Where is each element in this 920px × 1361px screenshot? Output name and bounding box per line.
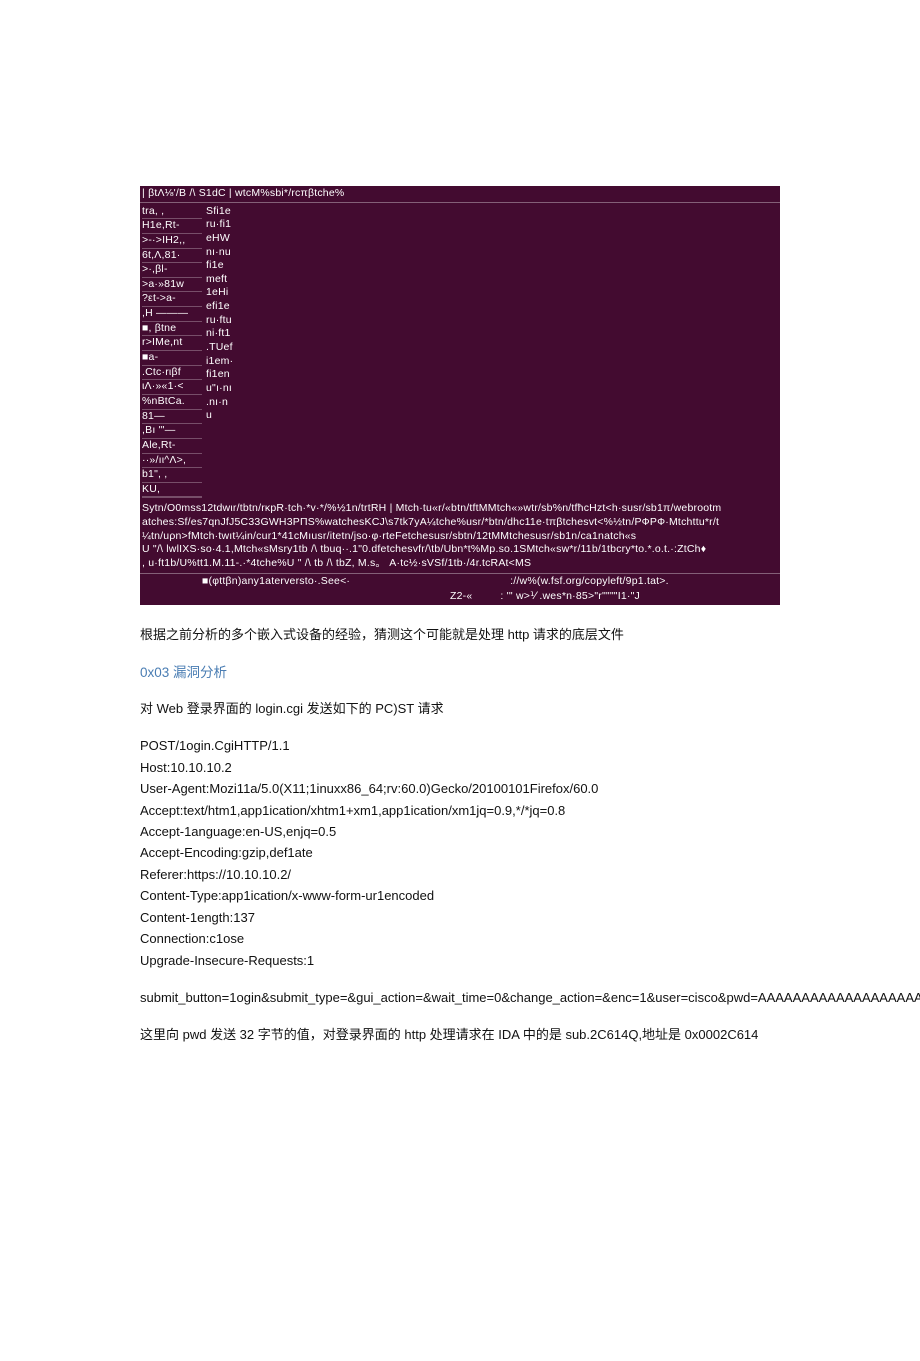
http-request-line: User-Agent:Mozi11a/5.0(X11;1inuxx86_64;r… (140, 778, 780, 799)
dump-left-row: H1e,Rt- (142, 219, 202, 234)
dump-left-row: ?εt->a- (142, 292, 202, 307)
dump-mid-row: atches:Sf/es7qnJfJ5C33GWH3PПS%watchesKCJ… (142, 516, 778, 530)
dump-foot-2a: Z2-« (450, 590, 472, 604)
http-request-line: Accept:text/htm1,app1ication/xhtm1+xm1,a… (140, 800, 780, 821)
dump-right-row: 1eHi (206, 286, 238, 300)
dump-left-row (142, 497, 202, 498)
dump-left-row: >·,βl- (142, 263, 202, 278)
dump-left-row: %nBtCa. (142, 395, 202, 410)
dump-right-row: u (206, 409, 238, 423)
dump-right-col: Sfi1eru·fi1eHWnı·nufi1emeft1eHiefi1eru·f… (204, 203, 240, 501)
dump-left-row: >a·»81w (142, 278, 202, 293)
dump-mid-row: U "/\ lwlIXS·so·4.1,Mtch«sMsry1tb /\ tbu… (142, 543, 778, 557)
dump-right-row: eHW (206, 232, 238, 246)
dump-right-row: ni·ft1 (206, 327, 238, 341)
dump-right-row: i1em· (206, 355, 238, 369)
http-request-line: POST/1ogin.CgiHTTP/1.1 (140, 735, 780, 756)
http-request-line: Host:10.10.10.2 (140, 757, 780, 778)
http-request-line: Referer:https://10.10.10.2/ (140, 864, 780, 885)
dump-mid-row: , u·ft1b/U%tt1.M.11-.·*4tche%U " /\ tb /… (142, 557, 778, 571)
dump-foot-1: ■(φttβn)any1aterversto·.See<· ://w%(w.fs… (140, 573, 780, 590)
http-request-line: Upgrade-Insecure-Requests:1 (140, 950, 780, 971)
dump-left-row: .Ctc·rιβf (142, 366, 202, 381)
dump-right-row: .nı·n (206, 396, 238, 410)
dump-columns: tra, ,H1e,Rt->-·>IH2,,6t,Λ,81·>·,βl->a·»… (140, 203, 780, 501)
paragraph-guess: 根据之前分析的多个嵌入式设备的经验，猜测这个可能就是处理 http 请求的底层文… (140, 623, 780, 647)
dump-left-row: r>IMe,nt (142, 336, 202, 351)
hex-dump-block: | βtΛ⅛'/B /\ S1dC | wtcM%sbi*/rcπβtche% … (140, 186, 780, 605)
dump-right-row: fi1en (206, 368, 238, 382)
dump-left-row: ■a- (142, 351, 202, 366)
dump-mid: Sytn/O0mss12tdwιr/tbtn/rκpR·tch·*v·*/%½1… (140, 500, 780, 572)
dump-mid-row: ¼tn/uρn>fMtch·twıt¼in/cur1*41cMıusr/itet… (142, 530, 778, 544)
dump-left-row: ··»/ıι^Λ>, (142, 454, 202, 469)
dump-right-row: .TUef (206, 341, 238, 355)
dump-right-row: meft (206, 273, 238, 287)
http-request-line: Content-Type:app1ication/x-www-form-ur1e… (140, 885, 780, 906)
dump-left-row: tra, , (142, 205, 202, 220)
dump-left-row: b1", , (142, 468, 202, 483)
paragraph-pwd: 这里向 pwd 发送 32 字节的值，对登录界面的 http 处理请求在 IDA… (140, 1023, 780, 1047)
section-heading: 0x03 漏洞分析 (140, 663, 780, 683)
dump-left-row: 81— (142, 410, 202, 425)
dump-left-row: ■, βtne (142, 322, 202, 337)
dump-right-row: Sfi1e (206, 205, 238, 219)
dump-left-row: ,H ——— (142, 307, 202, 322)
dump-foot-1b: ://w%(w.fsf.org/copyleft/9p1.tat>. (510, 575, 669, 589)
dump-header: | βtΛ⅛'/B /\ S1dC | wtcM%sbi*/rcπβtche% (140, 186, 780, 203)
dump-foot-2: Z2-« : '" w>⅟ .wes*n·85>"r""""I1·"J (140, 589, 780, 605)
http-request-block: POST/1ogin.CgiHTTP/1.1Host:10.10.10.2Use… (140, 735, 780, 971)
dump-left-row: ιΛ·»«1·< (142, 380, 202, 395)
dump-foot-2b: : '" w>⅟ .wes*n·85>"r""""I1·"J (500, 590, 640, 604)
dump-foot-1a: ■(φttβn)any1aterversto·.See<· (202, 575, 350, 589)
dump-mid-row: Sytn/O0mss12tdwιr/tbtn/rκpR·tch·*v·*/%½1… (142, 502, 778, 516)
dump-left-col: tra, ,H1e,Rt->-·>IH2,,6t,Λ,81·>·,βl->a·»… (140, 203, 204, 501)
paragraph-intro: 对 Web 登录界面的 login.cgi 发送如下的 PC)ST 请求 (140, 697, 780, 721)
dump-right-row: nı·nu (206, 246, 238, 260)
http-body: submit_button=1ogin&submit_type=&gui_act… (140, 987, 780, 1008)
dump-left-row: Ale,Rt- (142, 439, 202, 454)
dump-left-row: KU, (142, 483, 202, 498)
http-request-line: Accept-Encoding:gzip,def1ate (140, 842, 780, 863)
http-request-line: Connection:c1ose (140, 928, 780, 949)
dump-right-row: ru·ftu (206, 314, 238, 328)
dump-right-row: ru·fi1 (206, 218, 238, 232)
dump-right-row: efi1e (206, 300, 238, 314)
http-request-line: Accept-1anguage:en-US,enjq=0.5 (140, 821, 780, 842)
http-request-line: Content-1ength:137 (140, 907, 780, 928)
dump-left-row: ,Bı '"— (142, 424, 202, 439)
dump-left-row: >-·>IH2,, (142, 234, 202, 249)
dump-right-row: u"ı·nı (206, 382, 238, 396)
dump-right-row: fi1e (206, 259, 238, 273)
dump-left-row: 6t,Λ,81· (142, 249, 202, 264)
